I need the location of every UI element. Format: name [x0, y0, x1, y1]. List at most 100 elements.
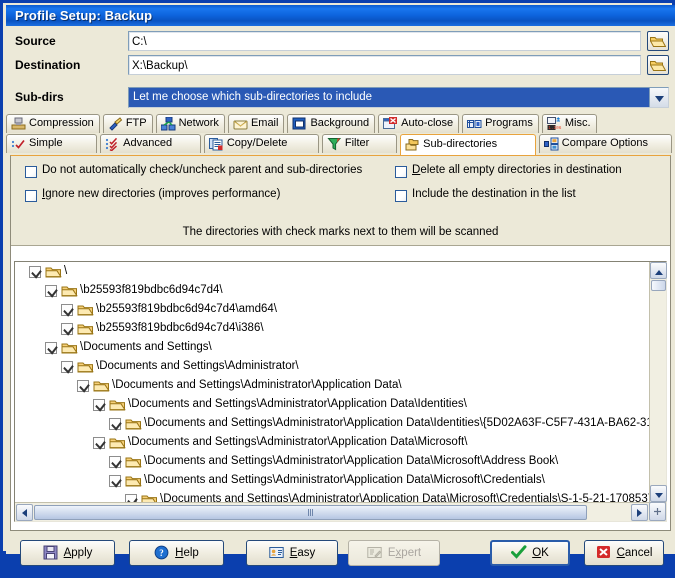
plus-grip-icon	[653, 503, 662, 521]
tree-row[interactable]: \Documents and Settings\Administrator\Ap…	[15, 490, 649, 502]
filter-funnel-icon	[327, 137, 342, 151]
tree-row[interactable]: \Documents and Settings\Administrator\Ap…	[15, 376, 649, 395]
checkbox[interactable]	[25, 166, 37, 178]
tab-copy-delete[interactable]: Copy/Delete	[203, 134, 319, 153]
checkbox[interactable]	[395, 190, 407, 202]
accel-key: C	[616, 547, 625, 559]
tree-row-checkbox[interactable]	[29, 265, 41, 278]
tab-auto-close[interactable]: Auto-close	[378, 114, 460, 133]
programs-icon	[467, 117, 482, 131]
tree-row[interactable]: \Documents and Settings\Administrator\Ap…	[15, 433, 649, 452]
folder-icon	[141, 493, 158, 502]
help-button[interactable]: ? Help	[129, 540, 224, 566]
tree-row[interactable]: \	[15, 262, 649, 281]
ok-button[interactable]: OK	[490, 540, 570, 566]
tab-filter[interactable]: Filter	[321, 134, 398, 153]
option-label: Ignore new directories (improves perform…	[42, 188, 281, 200]
chevron-down-icon	[654, 485, 663, 503]
subdirs-selected-value: Let me choose which sub-directories to i…	[129, 88, 649, 107]
tree-row-checkbox[interactable]	[61, 303, 73, 316]
tab-network[interactable]: Network	[155, 114, 225, 133]
source-input[interactable]	[128, 31, 641, 51]
tab-email[interactable]: Email	[227, 114, 285, 133]
tree-row[interactable]: \b25593f819bdbc6d94c7d4\i386\	[15, 319, 649, 338]
tab-background[interactable]: Background	[287, 114, 376, 133]
tree-row[interactable]: \Documents and Settings\	[15, 338, 649, 357]
option-delete-empty-dirs[interactable]: Delete all empty directories in destinat…	[395, 164, 622, 178]
dialog-button-bar: Apply ? Help Easy Expert OK Cancel	[6, 534, 675, 578]
button-label: Help	[175, 547, 199, 559]
destination-browse-button[interactable]	[647, 55, 669, 75]
tree-row-checkbox[interactable]	[109, 417, 121, 430]
svg-text:?: ?	[159, 548, 164, 558]
expert-button[interactable]: Expert	[348, 540, 440, 566]
tree-row-checkbox[interactable]	[93, 398, 105, 411]
scroll-right-button[interactable]	[631, 504, 648, 521]
folder-icon	[77, 303, 94, 317]
resize-grip-icon	[307, 509, 314, 516]
scroll-up-button[interactable]	[650, 262, 667, 279]
checkbox[interactable]	[395, 166, 407, 178]
copy-delete-icon	[208, 137, 224, 151]
tree-horizontal-scrollbar[interactable]	[15, 502, 666, 521]
subdirs-combobox[interactable]: Let me choose which sub-directories to i…	[128, 87, 669, 108]
option-ignore-new-directories[interactable]: Ignore new directories (improves perform…	[25, 188, 281, 202]
tab-sub-directories[interactable]: Sub-directories	[400, 134, 536, 155]
tab-advanced[interactable]: Advanced	[100, 134, 201, 153]
compression-icon	[11, 117, 26, 131]
cancel-button[interactable]: Cancel	[584, 540, 664, 566]
directory-tree[interactable]: \ \b25593f819bdbc6d94c7d4\ \b25593f819bdbc…	[14, 261, 667, 522]
tree-row[interactable]: \Documents and Settings\Administrator\Ap…	[15, 471, 649, 490]
tree-row[interactable]: \b25593f819bdbc6d94c7d4\amd64\	[15, 300, 649, 319]
tree-row-checkbox[interactable]	[125, 493, 137, 502]
scroll-down-button[interactable]	[650, 485, 667, 502]
tree-row-checkbox[interactable]	[77, 379, 89, 392]
tree-row-checkbox[interactable]	[109, 455, 121, 468]
tab-programs[interactable]: Programs	[462, 114, 539, 133]
scroll-thumb-horizontal[interactable]	[34, 505, 587, 520]
tree-row-checkbox[interactable]	[61, 360, 73, 373]
destination-input[interactable]	[128, 55, 641, 75]
tree-row[interactable]: \Documents and Settings\Administrator\Ap…	[15, 452, 649, 471]
tab-compression[interactable]: Compression	[6, 114, 100, 133]
folder-icon	[61, 341, 78, 355]
tree-row[interactable]: \b25593f819bdbc6d94c7d4\	[15, 281, 649, 300]
tab-misc[interactable]: 1.106 Misc.	[541, 114, 597, 133]
tab-label: Auto-close	[401, 117, 454, 129]
scroll-left-button[interactable]	[16, 504, 33, 521]
easy-button[interactable]: Easy	[246, 540, 338, 566]
tab-simple[interactable]: Simple	[6, 134, 98, 153]
tab-compare-options[interactable]: Compare Options	[538, 134, 672, 153]
tree-row[interactable]: \Documents and Settings\Administrator\	[15, 357, 649, 376]
apply-button[interactable]: Apply	[20, 540, 115, 566]
tree-row-checkbox[interactable]	[109, 474, 121, 487]
subdirectories-folders-icon	[405, 138, 420, 152]
tree-row[interactable]: \Documents and Settings\Administrator\Ap…	[15, 414, 649, 433]
tab-label: Simple	[29, 137, 63, 149]
folder-icon	[61, 284, 78, 298]
tree-row-label: \Documents and Settings\Administrator\Ap…	[144, 416, 649, 429]
scroll-thumb-vertical[interactable]	[651, 280, 666, 291]
folder-icon	[77, 322, 94, 336]
tree-row-checkbox[interactable]	[45, 284, 57, 297]
tree-row-checkbox[interactable]	[61, 322, 73, 335]
tab-ftp[interactable]: FTP	[102, 114, 153, 133]
option-include-destination[interactable]: Include the destination in the list	[395, 188, 576, 202]
folder-icon	[45, 265, 62, 279]
save-disk-icon	[43, 545, 59, 561]
folder-icon	[125, 455, 142, 469]
source-browse-button[interactable]	[647, 31, 669, 51]
misc-icon: 1.106	[546, 117, 562, 131]
tree-row[interactable]: \Documents and Settings\Administrator\Ap…	[15, 395, 649, 414]
checkbox[interactable]	[25, 190, 37, 202]
tree-vertical-scrollbar[interactable]	[649, 262, 667, 502]
folder-open-icon	[650, 35, 666, 48]
subdirs-dropdown-arrow[interactable]	[649, 88, 668, 107]
tab-label: FTP	[125, 117, 147, 129]
option-no-auto-check[interactable]: Do not automatically check/uncheck paren…	[25, 164, 362, 178]
tree-row-checkbox[interactable]	[45, 341, 57, 354]
source-label: Source	[15, 34, 56, 48]
chevron-left-icon	[22, 504, 27, 522]
tree-row-checkbox[interactable]	[93, 436, 105, 449]
window-title: Profile Setup: Backup	[15, 8, 153, 23]
